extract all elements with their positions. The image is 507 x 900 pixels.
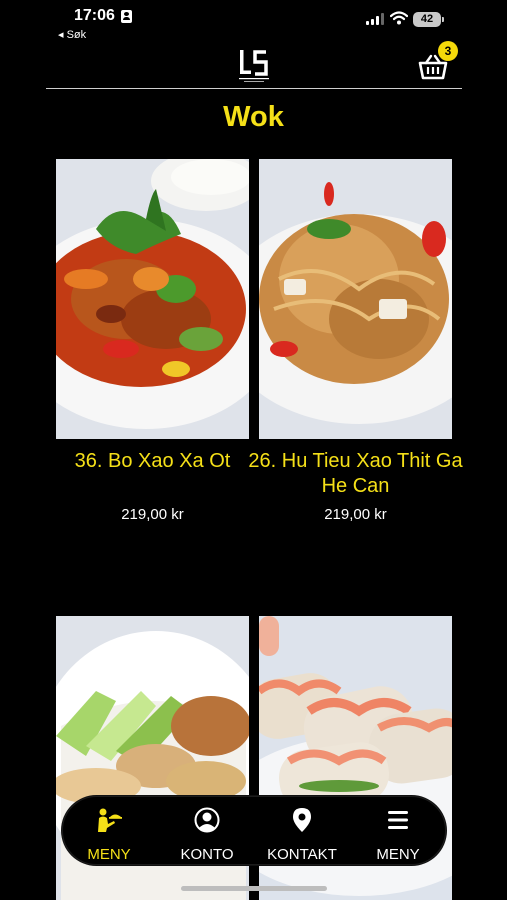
nav-label: MENY xyxy=(376,846,420,863)
product-price: 219,00 kr xyxy=(121,506,184,523)
waiter-icon xyxy=(98,808,122,832)
nav-item-menu[interactable]: MENY xyxy=(353,807,443,863)
nav-item-kontakt[interactable]: KONTAKT xyxy=(257,807,347,863)
nav-label: KONTO xyxy=(180,846,234,863)
product-card[interactable]: 36. Bo Xao Xa Ot 219,00 kr xyxy=(56,159,249,523)
wifi-icon xyxy=(390,11,408,25)
logo xyxy=(239,50,269,82)
status-bar: 17:06 ◂ Søk 42 xyxy=(0,0,507,44)
page-title: Wok xyxy=(223,101,284,133)
product-image[interactable] xyxy=(259,159,452,439)
nav-label: KONTAKT xyxy=(267,846,337,863)
product-image[interactable] xyxy=(56,159,249,439)
hamburger-menu-icon xyxy=(388,811,408,829)
account-icon xyxy=(194,807,220,833)
nav-label: MENY xyxy=(87,846,131,863)
signal-icon xyxy=(366,13,384,25)
nav-item-meny[interactable]: MENY xyxy=(64,807,154,863)
status-time: 17:06 xyxy=(74,7,115,24)
location-pin-icon xyxy=(293,808,311,832)
person-icon xyxy=(121,10,132,23)
home-indicator[interactable] xyxy=(181,886,327,891)
product-name[interactable]: 26. Hu Tieu Xao Thit Ga He Can xyxy=(245,449,466,499)
header-divider xyxy=(46,88,462,89)
product-price: 219,00 kr xyxy=(324,506,387,523)
nav-item-konto[interactable]: KONTO xyxy=(162,807,252,863)
battery-icon: 42 xyxy=(413,12,444,27)
bottom-nav: MENY KONTO KONTAKT MENY xyxy=(62,796,446,865)
back-link[interactable]: ◂ Søk xyxy=(58,28,86,41)
product-card[interactable]: 26. Hu Tieu Xao Thit Ga He Can 219,00 kr xyxy=(248,159,463,523)
cart-count-badge: 3 xyxy=(438,41,458,61)
product-name[interactable]: 36. Bo Xao Xa Ot xyxy=(42,449,263,474)
